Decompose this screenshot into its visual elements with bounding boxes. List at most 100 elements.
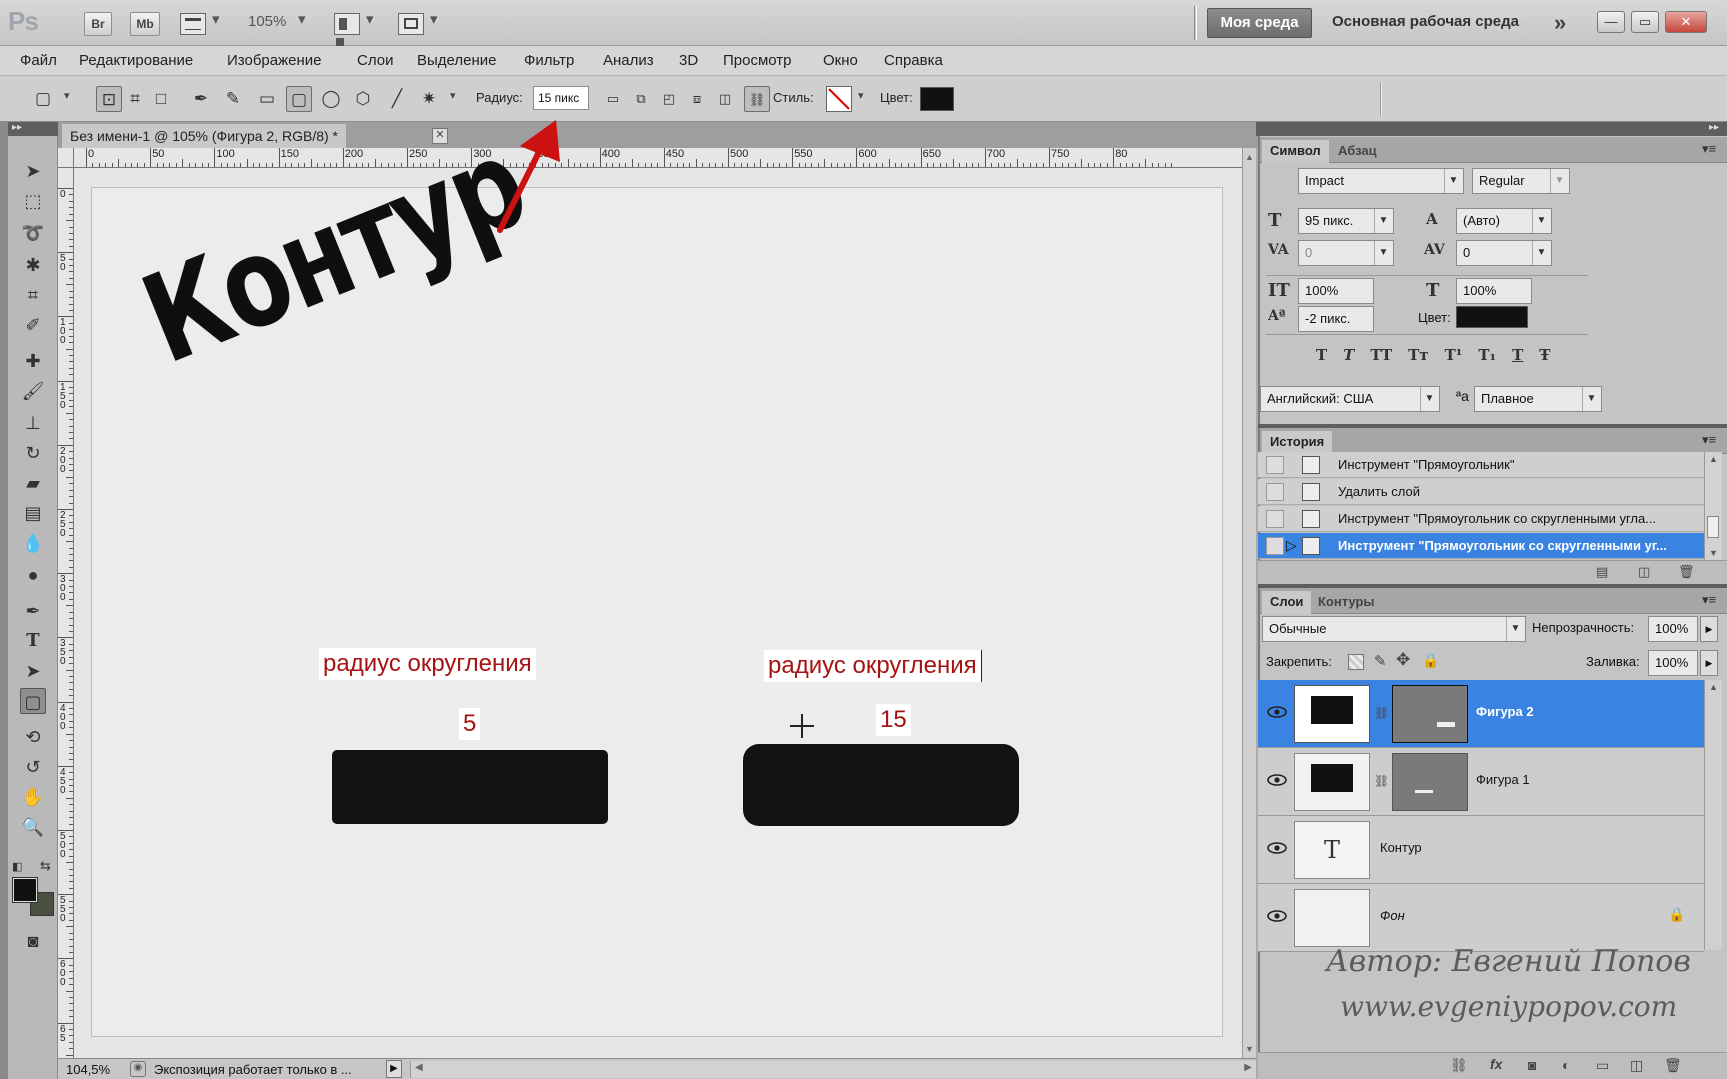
- faux-bold-icon[interactable]: T: [1316, 346, 1327, 364]
- status-info-icon[interactable]: ◉: [130, 1061, 146, 1077]
- exclude-shape-areas-icon[interactable]: ◫: [712, 86, 738, 112]
- panel-dock-header[interactable]: ▸▸: [1256, 122, 1727, 136]
- new-document-from-state-icon[interactable]: ▤: [1596, 564, 1608, 580]
- crop-tool-icon[interactable]: ⌗: [20, 282, 46, 308]
- horizontal-scrollbar[interactable]: ◀ ▶: [410, 1061, 1256, 1078]
- path-selection-tool-icon[interactable]: ➤: [20, 658, 46, 684]
- chevron-down-icon[interactable]: ▼: [1420, 387, 1438, 411]
- lock-position-icon[interactable]: ✥: [1396, 650, 1410, 670]
- bridge-button[interactable]: Br: [84, 12, 112, 36]
- layer-row-text[interactable]: T Контур: [1258, 816, 1704, 884]
- history-snapshot-checkbox[interactable]: [1266, 510, 1284, 528]
- layers-scrollbar[interactable]: ▲: [1704, 680, 1722, 950]
- fill-pixels-mode-icon[interactable]: □: [148, 86, 174, 112]
- 3d-rotate-tool-icon[interactable]: ⟲: [20, 724, 46, 750]
- zoom-level[interactable]: 105%: [248, 13, 286, 30]
- new-snapshot-icon[interactable]: ◫: [1638, 564, 1650, 580]
- polygon-shape-icon[interactable]: ⬡: [350, 86, 376, 112]
- text-color-swatch[interactable]: [1456, 306, 1528, 328]
- link-icon[interactable]: ⛓: [1374, 706, 1389, 720]
- subscript-icon[interactable]: T₁: [1478, 346, 1496, 364]
- chevron-down-icon[interactable]: ▾: [64, 89, 70, 102]
- text-layer-thumbnail-icon[interactable]: T: [1294, 821, 1370, 879]
- menu-select[interactable]: Выделение: [417, 52, 496, 69]
- new-group-icon[interactable]: ▭: [1596, 1057, 1609, 1074]
- tab-layers[interactable]: Слои: [1262, 591, 1312, 614]
- ruler-origin[interactable]: [58, 148, 74, 168]
- eyedropper-tool-icon[interactable]: ✐: [20, 312, 46, 338]
- layer-name[interactable]: Фигура 2: [1476, 704, 1534, 719]
- brush-tool-icon[interactable]: 🖌: [20, 378, 46, 404]
- layer-row-shape-2[interactable]: ⛓ Фигура 2: [1258, 680, 1704, 748]
- history-item[interactable]: Инструмент "Прямоугольник со скругленным…: [1258, 506, 1704, 532]
- clone-stamp-tool-icon[interactable]: ⊥: [20, 410, 46, 436]
- layer-name[interactable]: Фон: [1380, 908, 1405, 923]
- history-item[interactable]: Инструмент "Прямоугольник": [1258, 452, 1704, 478]
- rounded-rectangle-shape-icon[interactable]: ▢: [286, 86, 312, 112]
- arrange-documents-icon[interactable]: [334, 13, 360, 50]
- opacity-input[interactable]: 100%: [1648, 616, 1698, 642]
- history-item[interactable]: Удалить слой: [1258, 479, 1704, 505]
- vertical-ruler[interactable]: 0 50 100 150 200 250 300 350 400 450 500 550 600 65: [58, 168, 74, 1058]
- status-menu-arrow-icon[interactable]: ▶: [386, 1060, 402, 1078]
- tab-character[interactable]: Символ: [1262, 140, 1329, 163]
- eraser-tool-icon[interactable]: ▰: [20, 470, 46, 496]
- blend-mode-select[interactable]: Обычные: [1262, 616, 1526, 642]
- subtract-shape-area-icon[interactable]: ◰: [656, 86, 682, 112]
- chevron-down-icon[interactable]: ▼: [1532, 241, 1550, 265]
- shape-layers-mode-icon[interactable]: ⊡: [96, 86, 122, 112]
- link-icon[interactable]: ⛓: [1374, 774, 1389, 788]
- fill-slider-arrow-icon[interactable]: ▶: [1700, 650, 1718, 676]
- layer-row-shape-1[interactable]: ⛓ Фигура 1: [1258, 748, 1704, 816]
- add-shape-area-icon[interactable]: ⧉: [628, 86, 654, 112]
- move-tool-icon[interactable]: ➤: [20, 158, 46, 184]
- chevron-down-icon[interactable]: ▼: [1532, 209, 1550, 233]
- chevron-down-icon[interactable]: ▼: [1582, 387, 1600, 411]
- color-swatch[interactable]: [920, 87, 954, 111]
- menu-filter[interactable]: Фильтр: [524, 52, 574, 69]
- link-style-icon[interactable]: ⛓: [744, 86, 770, 112]
- small-caps-icon[interactable]: Tт: [1408, 346, 1428, 364]
- visibility-eye-icon[interactable]: [1266, 908, 1288, 924]
- history-scrollbar[interactable]: ▲ ▼: [1704, 452, 1722, 560]
- visibility-eye-icon[interactable]: [1266, 772, 1288, 788]
- underline-icon[interactable]: T: [1512, 346, 1523, 364]
- chevron-down-icon[interactable]: ▾: [450, 89, 456, 102]
- dodge-tool-icon[interactable]: ●: [20, 562, 46, 588]
- foreground-color-swatch[interactable]: [12, 877, 38, 903]
- type-tool-icon[interactable]: T: [20, 628, 46, 654]
- chevron-down-icon[interactable]: ▼: [1374, 241, 1392, 265]
- vertical-scrollbar[interactable]: ▲ ▼: [1242, 148, 1256, 1058]
- fill-input[interactable]: 100%: [1648, 650, 1698, 676]
- rounded-rectangle-radius-15[interactable]: [743, 744, 1019, 826]
- new-shape-layer-icon[interactable]: ▭: [600, 86, 626, 112]
- panel-menu-icon[interactable]: ▾≡: [1702, 432, 1716, 448]
- quick-mask-icon[interactable]: ◙: [20, 928, 46, 954]
- visibility-eye-icon[interactable]: [1266, 840, 1288, 856]
- layer-style-fx-icon[interactable]: fx: [1490, 1056, 1502, 1072]
- chevron-down-icon[interactable]: ▾: [212, 10, 220, 28]
- pen-tool-icon[interactable]: ✒: [20, 598, 46, 624]
- chevron-down-icon[interactable]: ▼: [1550, 169, 1568, 193]
- zoom-tool-icon[interactable]: 🔍: [20, 814, 46, 840]
- gradient-tool-icon[interactable]: ▤: [20, 500, 46, 526]
- mini-bridge-button[interactable]: Mb: [130, 12, 160, 36]
- minimize-icon[interactable]: —: [1597, 11, 1625, 33]
- chevron-down-icon[interactable]: ▼: [1444, 169, 1462, 193]
- ellipse-shape-icon[interactable]: ◯: [318, 86, 344, 112]
- menu-layers[interactable]: Слои: [357, 52, 393, 69]
- menu-window[interactable]: Окно: [823, 52, 858, 69]
- quick-selection-tool-icon[interactable]: ✱: [20, 252, 46, 278]
- lasso-tool-icon[interactable]: ➰: [20, 220, 46, 246]
- chevron-down-icon[interactable]: ▾: [430, 10, 438, 28]
- horizontal-ruler[interactable]: 0501001502002503003504004505005506006507…: [74, 148, 1242, 168]
- history-brush-tool-icon[interactable]: ↻: [20, 440, 46, 466]
- blur-tool-icon[interactable]: 💧: [20, 530, 46, 556]
- tab-paths[interactable]: Контуры: [1310, 591, 1383, 614]
- default-colors-icon[interactable]: ◧: [12, 860, 22, 873]
- language-select[interactable]: Английский: США: [1260, 386, 1440, 412]
- history-snapshot-checkbox[interactable]: [1266, 537, 1284, 555]
- history-snapshot-checkbox[interactable]: [1266, 456, 1284, 474]
- add-mask-icon[interactable]: ◙: [1528, 1057, 1536, 1073]
- layer-thumbnail[interactable]: [1294, 753, 1370, 811]
